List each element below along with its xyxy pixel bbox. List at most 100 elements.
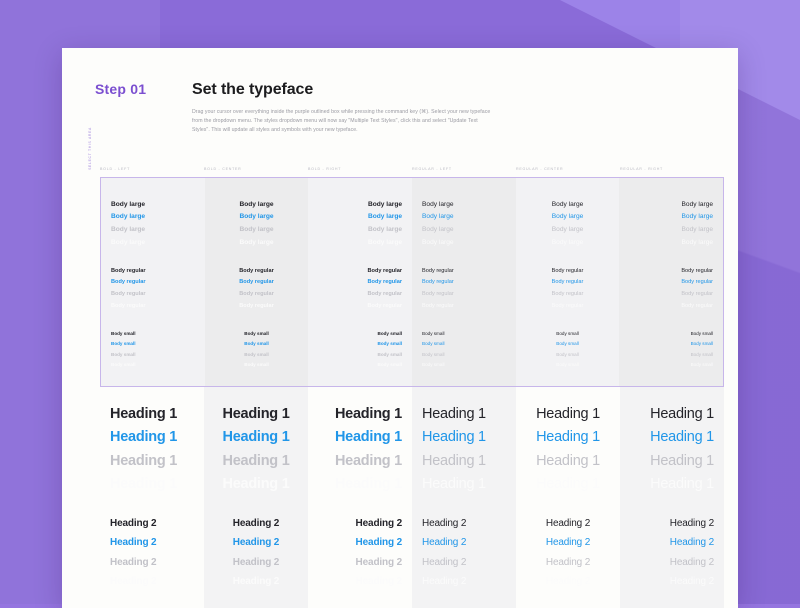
- specimen-body-small-grey: Body small: [215, 350, 299, 360]
- specimen-heading-2-dark: Heading 2: [318, 514, 402, 534]
- specimen-body-regular-blue: Body regular: [629, 277, 713, 289]
- specimen-body-regular-dark: Body regular: [629, 266, 713, 278]
- specimen-body-small-white: Body small: [111, 360, 195, 370]
- specimen-body-large-dark: Body large: [318, 199, 402, 212]
- column-header-row: BOLD - LEFTBOLD - CENTERBOLD - RIGHTREGU…: [62, 161, 738, 177]
- specimen-body-large-grey: Body large: [111, 224, 195, 237]
- specimen-cell-heading-2-left-regular: Heading 2Heading 2Heading 2Heading 2: [412, 497, 516, 592]
- specimen-heading-2-white: Heading 2: [318, 572, 402, 592]
- specimen-body-regular-dark: Body regular: [215, 266, 299, 278]
- specimen-heading-1-blue: Heading 1: [422, 426, 506, 449]
- specimen-body-regular-dark: Body regular: [422, 266, 506, 278]
- specimen-heading-2-dark: Heading 2: [630, 514, 714, 534]
- specimen-body-small-dark: Body small: [111, 329, 195, 339]
- heading-column-2: Heading 1Heading 1Heading 1Heading 1Head…: [204, 387, 308, 608]
- specimen-cell-heading-1-right-bold: Heading 1Heading 1Heading 1Heading 1: [308, 387, 412, 497]
- specimen-heading-2-blue: Heading 2: [422, 533, 506, 553]
- specimen-heading-1-white: Heading 1: [422, 473, 506, 496]
- specimen-cell-body-regular-left-regular: Body regularBody regularBody regularBody…: [412, 250, 516, 312]
- specimen-column-3: Body largeBody largeBody largeBody large…: [308, 178, 412, 386]
- specimen-cell-body-regular-left-bold: Body regularBody regularBody regularBody…: [101, 250, 205, 312]
- page-title: Set the typeface: [192, 81, 696, 99]
- specimen-body-large-blue: Body large: [111, 211, 195, 224]
- specimen-cell-body-regular-center-regular: Body regularBody regularBody regularBody…: [516, 250, 620, 312]
- specimen-heading-2-dark: Heading 2: [422, 514, 506, 534]
- specimen-cell-heading-2-center-bold: Heading 2Heading 2Heading 2Heading 2: [204, 497, 308, 592]
- specimen-body-large-grey: Body large: [318, 224, 402, 237]
- heading-column-5: Heading 1Heading 1Heading 1Heading 1 Head…: [516, 387, 620, 608]
- specimen-body-small-blue: Body small: [215, 339, 299, 349]
- specimen-body-small-blue: Body small: [318, 339, 402, 349]
- specimen-body-small-dark: Body small: [318, 329, 402, 339]
- specimen-heading-1-blue: Heading 1: [630, 426, 714, 449]
- specimen-body-small-white: Body small: [422, 360, 506, 370]
- specimen-body-regular-white: Body regular: [215, 301, 299, 313]
- specimen-cell-heading-2-right-bold: Heading 2Heading 2Heading 2Heading 2: [308, 497, 412, 592]
- heading-column-6: Heading 1Heading 1Heading 1Heading 1Head…: [620, 387, 724, 608]
- heading-column-3: Heading 1Heading 1Heading 1Heading 1Head…: [308, 387, 412, 608]
- specimen-heading-2-white: Heading 2: [526, 572, 610, 592]
- specimen-heading-2-blue: Heading 2: [110, 533, 194, 553]
- specimen-heading-1-dark: Heading 1: [318, 403, 402, 426]
- specimen-body-small-white: Body small: [215, 360, 299, 370]
- header-text-block: Set the typeface Drag your cursor over e…: [192, 81, 738, 136]
- specimen-cell-heading-2-left-bold: Heading 2Heading 2Heading 2Heading 2: [100, 497, 204, 592]
- specimen-heading-1-dark: Heading 1: [422, 403, 506, 426]
- column-header-regular-right: REGULAR - RIGHT: [620, 167, 724, 171]
- specimen-body-small-blue: Body small: [629, 339, 713, 349]
- specimen-cell-heading-3-center-bold: Heading 3Heading 3Heading 3Heading 3: [204, 592, 308, 608]
- specimen-heading-1-grey: Heading 1: [630, 450, 714, 473]
- specimen-heading-1-blue: Heading 1: [110, 426, 194, 449]
- body-styles-grid: Body largeBody largeBody largeBody large…: [101, 178, 723, 386]
- selection-outline-box[interactable]: Body largeBody largeBody largeBody large…: [100, 177, 724, 387]
- specimen-body-small-grey: Body small: [111, 350, 195, 360]
- specimen-cell-body-regular-right-bold: Body regularBody regularBody regularBody…: [308, 250, 412, 312]
- specimen-heading-2-grey: Heading 2: [110, 553, 194, 573]
- specimen-heading-2-white: Heading 2: [630, 572, 714, 592]
- heading-styles-grid: Heading 1Heading 1Heading 1Heading 1Head…: [100, 387, 724, 608]
- specimen-heading-2-grey: Heading 2: [318, 553, 402, 573]
- specimen-body-small-grey: Body small: [629, 350, 713, 360]
- specimen-body-large-grey: Body large: [422, 224, 506, 237]
- specimen-cell-heading-1-center-regular: Heading 1Heading 1Heading 1Heading 1: [516, 387, 620, 497]
- specimen-heading-2-white: Heading 2: [422, 572, 506, 592]
- specimen-body-small-grey: Body small: [422, 350, 506, 360]
- specimen-heading-2-dark: Heading 2: [110, 514, 194, 534]
- specimen-body-large-white: Body large: [318, 237, 402, 250]
- specimen-body-large-white: Body large: [629, 237, 713, 250]
- specimen-cell-heading-1-right-regular: Heading 1Heading 1Heading 1Heading 1: [620, 387, 724, 497]
- specimen-heading-2-grey: Heading 2: [422, 553, 506, 573]
- specimen-cell-heading-1-left-regular: Heading 1Heading 1Heading 1Heading 1: [412, 387, 516, 497]
- specimen-body-regular-blue: Body regular: [318, 277, 402, 289]
- card-header: Step 01 Set the typeface Drag your curso…: [62, 48, 738, 136]
- specimen-column-5: Body largeBody largeBody largeBody large…: [516, 178, 620, 386]
- specimen-cell-body-small-right-bold: Body smallBody smallBody smallBody small: [308, 312, 412, 386]
- specimen-cell-heading-2-right-regular: Heading 2Heading 2Heading 2Heading 2: [620, 497, 724, 592]
- specimen-body-regular-blue: Body regular: [215, 277, 299, 289]
- specimen-body-regular-dark: Body regular: [526, 266, 610, 278]
- specimen-heading-2-white: Heading 2: [214, 572, 298, 592]
- specimen-cell-heading-3-left-regular: Heading 3Heading 3Heading 3Heading 3: [412, 592, 516, 608]
- specimen-heading-2-dark: Heading 2: [214, 514, 298, 534]
- specimen-body-large-dark: Body large: [526, 199, 610, 212]
- specimen-body-small-white: Body small: [526, 360, 610, 370]
- specimen-heading-1-grey: Heading 1: [422, 450, 506, 473]
- specimen-body-large-grey: Body large: [526, 224, 610, 237]
- specimen-heading-2-blue: Heading 2: [318, 533, 402, 553]
- specimen-heading-1-dark: Heading 1: [630, 403, 714, 426]
- specimen-body-large-dark: Body large: [422, 199, 506, 212]
- column-header-regular-left: REGULAR - LEFT: [412, 167, 516, 171]
- specimen-body-small-blue: Body small: [111, 339, 195, 349]
- specimen-body-regular-blue: Body regular: [111, 277, 195, 289]
- specimen-body-regular-white: Body regular: [111, 301, 195, 313]
- specimen-body-regular-white: Body regular: [318, 301, 402, 313]
- specimen-body-small-grey: Body small: [526, 350, 610, 360]
- specimen-body-large-dark: Body large: [111, 199, 195, 212]
- specimen-heading-1-grey: Heading 1: [110, 450, 194, 473]
- specimen-heading-2-grey: Heading 2: [526, 553, 610, 573]
- specimen-body-regular-grey: Body regular: [526, 289, 610, 301]
- specimen-body-small-dark: Body small: [215, 329, 299, 339]
- specimen-body-large-grey: Body large: [215, 224, 299, 237]
- specimen-body-large-white: Body large: [215, 237, 299, 250]
- specimen-body-small-dark: Body small: [526, 329, 610, 339]
